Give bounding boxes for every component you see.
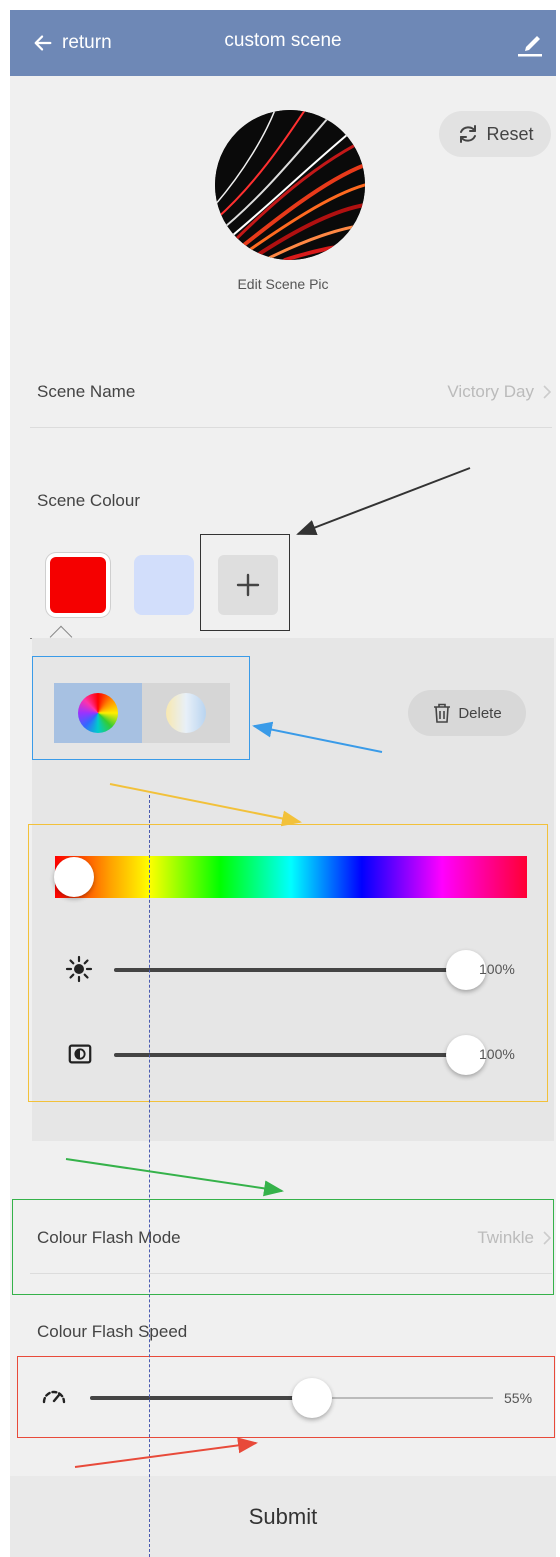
arrow-red bbox=[74, 1437, 258, 1468]
annotation-frame-add bbox=[200, 534, 290, 631]
scene-colour-label: Scene Colour bbox=[37, 491, 141, 510]
hue-slider[interactable] bbox=[55, 856, 527, 898]
back-button[interactable]: return bbox=[32, 28, 112, 58]
chevron-right-icon bbox=[543, 385, 552, 399]
delete-label: Delete bbox=[458, 704, 502, 722]
annotation-frame-mode bbox=[32, 656, 250, 760]
reset-label: Reset bbox=[486, 123, 534, 144]
back-label: return bbox=[62, 32, 112, 53]
annotation-frame-flash-mode bbox=[12, 1199, 554, 1295]
brightness-icon bbox=[65, 955, 93, 983]
colour-swatch-light-blue[interactable] bbox=[134, 555, 194, 615]
delete-colour-button[interactable]: Delete bbox=[408, 690, 526, 736]
divider bbox=[30, 427, 552, 428]
scene-picture[interactable] bbox=[215, 110, 365, 260]
colour-swatch-red[interactable] bbox=[46, 553, 110, 617]
refresh-icon bbox=[460, 125, 477, 143]
hue-slider-knob[interactable] bbox=[54, 857, 94, 897]
brightness-value: 100% bbox=[479, 961, 515, 977]
annotation-frame-flash-speed bbox=[17, 1356, 555, 1438]
scene-name-value: Victory Day bbox=[447, 382, 534, 401]
arrow-green bbox=[65, 1158, 284, 1197]
colour-flash-speed-label: Colour Flash Speed bbox=[37, 1322, 188, 1341]
scene-name-row[interactable]: Scene Name Victory Day bbox=[30, 362, 552, 422]
trash-icon bbox=[434, 703, 451, 723]
scene-name-label: Scene Name bbox=[37, 382, 136, 401]
pencil-icon bbox=[518, 36, 542, 57]
saturation-value: 100% bbox=[479, 1046, 515, 1062]
edit-button[interactable] bbox=[512, 26, 546, 60]
phone-screen: return custom scene Reset Edit Scene Pic… bbox=[10, 10, 556, 1557]
saturation-track[interactable] bbox=[114, 1053, 466, 1057]
light-trails-image bbox=[215, 110, 365, 260]
brightness-track[interactable] bbox=[114, 968, 466, 972]
edit-scene-pic-label[interactable]: Edit Scene Pic bbox=[10, 276, 556, 292]
app-header: return custom scene bbox=[10, 10, 556, 76]
reset-button[interactable]: Reset bbox=[439, 111, 551, 157]
swatch-fill bbox=[50, 557, 106, 613]
submit-button[interactable]: Submit bbox=[10, 1476, 556, 1557]
arrow-left-icon bbox=[34, 35, 52, 51]
saturation-icon bbox=[66, 1040, 94, 1068]
arrow-black bbox=[296, 467, 471, 536]
